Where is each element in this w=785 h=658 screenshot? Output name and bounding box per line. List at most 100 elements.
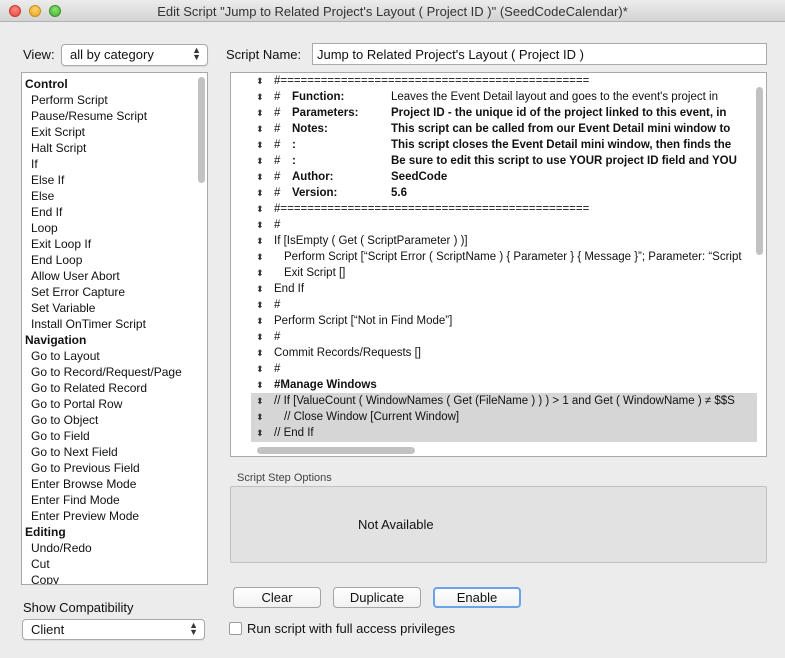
step-list-item[interactable]: Exit Loop If: [22, 236, 207, 252]
script-line[interactable]: ⬍ # Notes: This script can be called from o…: [251, 121, 757, 137]
script-line[interactable]: ⬍ # Function: Leaves the Event Detail layou…: [251, 89, 757, 105]
move-handle-icon[interactable]: ⬍: [256, 377, 264, 393]
script-line[interactable]: ⬍ Perform Script [“Not in Find Mode”]: [251, 313, 757, 329]
duplicate-button[interactable]: Duplicate: [333, 587, 421, 608]
script-line[interactable]: ⬍ If [IsEmpty ( Get ( ScriptParameter ) )…: [251, 233, 757, 249]
step-list-item[interactable]: Go to Next Field: [22, 444, 207, 460]
script-line[interactable]: ⬍ #======================================…: [251, 201, 757, 217]
move-handle-icon[interactable]: ⬍: [256, 217, 264, 233]
step-list-item[interactable]: Go to Portal Row: [22, 396, 207, 412]
move-handle-icon[interactable]: ⬍: [256, 249, 264, 265]
move-handle-icon[interactable]: ⬍: [256, 281, 264, 297]
script-line[interactable]: ⬍ # Version: 5.6: [251, 185, 757, 201]
script-comment-key: :: [292, 139, 296, 151]
step-list-item[interactable]: Perform Script: [22, 92, 207, 108]
step-list-item[interactable]: End Loop: [22, 252, 207, 268]
step-list-item[interactable]: Else If: [22, 172, 207, 188]
move-handle-icon[interactable]: ⬍: [256, 297, 264, 313]
script-step-list[interactable]: Control Perform Script Pause/Resume Script…: [21, 72, 208, 585]
step-category: Navigation: [25, 333, 87, 347]
step-list-item[interactable]: Halt Script: [22, 140, 207, 156]
script-comment-key: Parameters:: [292, 107, 359, 119]
clear-button[interactable]: Clear: [233, 587, 321, 608]
script-line[interactable]: ⬍: [251, 441, 757, 442]
step-list-item[interactable]: Pause/Resume Script: [22, 108, 207, 124]
move-handle-icon[interactable]: ⬍: [256, 233, 264, 249]
script-line[interactable]: ⬍ #: [251, 297, 757, 313]
view-popup-value: all by category: [70, 47, 154, 62]
step-list-item[interactable]: End If: [22, 204, 207, 220]
script-line[interactable]: ⬍ #: [251, 329, 757, 345]
step-list-item[interactable]: Go to Field: [22, 428, 207, 444]
script-line[interactable]: ⬍ End If: [251, 281, 757, 297]
script-line[interactable]: ⬍ Commit Records/Requests []: [251, 345, 757, 361]
script-line[interactable]: ⬍ // Close Window [Current Window]: [251, 409, 757, 425]
move-handle-icon[interactable]: ⬍: [256, 185, 264, 201]
step-list-scrollbar[interactable]: [198, 77, 205, 183]
step-list-item[interactable]: Cut: [22, 556, 207, 572]
move-handle-icon[interactable]: ⬍: [256, 409, 264, 425]
step-list-item[interactable]: Go to Layout: [22, 348, 207, 364]
step-list-item[interactable]: Else: [22, 188, 207, 204]
script-comment-value: Be sure to edit this script to use YOUR …: [391, 155, 737, 167]
move-handle-icon[interactable]: ⬍: [256, 329, 264, 345]
step-list-item[interactable]: Enter Browse Mode: [22, 476, 207, 492]
script-line[interactable]: ⬍ # Author: SeedCode: [251, 169, 757, 185]
view-popup[interactable]: all by category ▲ ▼: [61, 44, 208, 66]
move-handle-icon[interactable]: ⬍: [256, 121, 264, 137]
script-line[interactable]: ⬍ // If [ValueCount ( WindowNames ( Get (…: [251, 393, 757, 409]
script-line[interactable]: ⬍ #: Be sure to edit this script to use YO…: [251, 153, 757, 169]
step-list-item[interactable]: Set Error Capture: [22, 284, 207, 300]
move-handle-icon[interactable]: ⬍: [256, 265, 264, 281]
script-line[interactable]: ⬍ #: [251, 217, 757, 233]
step-list-item[interactable]: Loop: [22, 220, 207, 236]
script-horizontal-scrollbar[interactable]: [257, 447, 415, 454]
move-handle-icon[interactable]: ⬍: [256, 201, 264, 217]
script-vertical-scrollbar[interactable]: [756, 87, 763, 255]
move-handle-icon[interactable]: ⬍: [256, 73, 264, 89]
script-line[interactable]: ⬍ #: This script closes the Event Detail m…: [251, 137, 757, 153]
script-line[interactable]: ⬍ #======================================…: [251, 73, 757, 89]
script-line-text: #: [274, 171, 281, 183]
move-handle-icon[interactable]: ⬍: [256, 393, 264, 409]
move-handle-icon[interactable]: ⬍: [256, 313, 264, 329]
full-access-checkbox[interactable]: [229, 622, 242, 635]
step-list-item[interactable]: Go to Related Record: [22, 380, 207, 396]
step-list-item[interactable]: Go to Record/Request/Page: [22, 364, 207, 380]
step-list-item[interactable]: Go to Object: [22, 412, 207, 428]
script-line[interactable]: ⬍ #: [251, 361, 757, 377]
compatibility-popup[interactable]: Client ▲ ▼: [22, 619, 205, 640]
step-list-item[interactable]: Copy: [22, 572, 207, 584]
script-line[interactable]: ⬍ // End If: [251, 425, 757, 441]
step-list-item[interactable]: If: [22, 156, 207, 172]
script-line[interactable]: ⬍ Exit Script []: [251, 265, 757, 281]
up-down-arrows-icon: ▲ ▼: [192, 45, 201, 62]
move-handle-icon[interactable]: ⬍: [256, 345, 264, 361]
script-line[interactable]: ⬍ #Manage Windows: [251, 377, 757, 393]
step-list-item[interactable]: Enter Preview Mode: [22, 508, 207, 524]
script-comment-key: :: [292, 155, 296, 167]
script-editor[interactable]: ⬍ #======================================…: [230, 72, 767, 457]
move-handle-icon[interactable]: ⬍: [256, 441, 264, 442]
step-list-item[interactable]: Install OnTimer Script: [22, 316, 207, 332]
step-list-item[interactable]: Allow User Abort: [22, 268, 207, 284]
move-handle-icon[interactable]: ⬍: [256, 361, 264, 377]
step-list-item[interactable]: Set Variable: [22, 300, 207, 316]
move-handle-icon[interactable]: ⬍: [256, 89, 264, 105]
move-handle-icon[interactable]: ⬍: [256, 153, 264, 169]
step-category: Editing: [25, 525, 66, 539]
full-access-checkbox-label: Run script with full access privileges: [247, 621, 456, 636]
move-handle-icon[interactable]: ⬍: [256, 137, 264, 153]
step-list-item[interactable]: Enter Find Mode: [22, 492, 207, 508]
script-name-input[interactable]: [312, 43, 767, 65]
step-list-item[interactable]: Undo/Redo: [22, 540, 207, 556]
move-handle-icon[interactable]: ⬍: [256, 105, 264, 121]
step-list-item[interactable]: Exit Script: [22, 124, 207, 140]
script-line[interactable]: ⬍ Perform Script [“Script Error ( ScriptN…: [251, 249, 757, 265]
enable-button[interactable]: Enable: [433, 587, 521, 608]
step-list-item[interactable]: Go to Previous Field: [22, 460, 207, 476]
move-handle-icon[interactable]: ⬍: [256, 425, 264, 441]
move-handle-icon[interactable]: ⬍: [256, 169, 264, 185]
script-line[interactable]: ⬍ # Parameters: Project ID - the unique id …: [251, 105, 757, 121]
script-comment-value: SeedCode: [391, 171, 448, 183]
